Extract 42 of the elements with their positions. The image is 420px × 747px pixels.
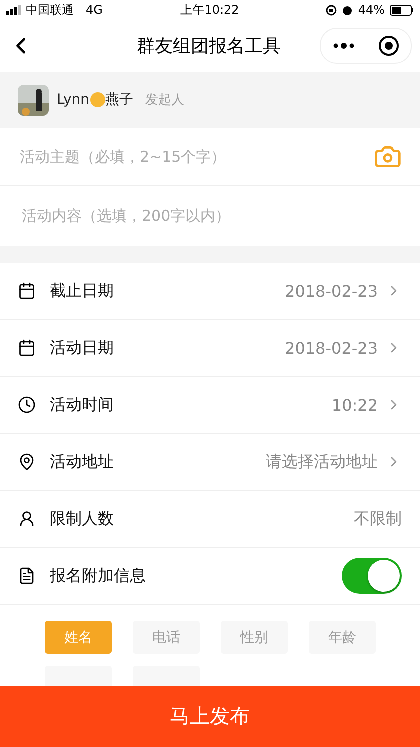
map-pin-icon	[18, 453, 36, 471]
organizer-name: 燕子	[106, 91, 134, 109]
settings-row[interactable]: 活动地址 请选择活动地址	[0, 434, 420, 491]
document-icon	[18, 567, 36, 585]
battery-level: 44%	[358, 3, 385, 17]
row-label: 限制人数	[50, 508, 115, 530]
clock-icon	[18, 396, 36, 414]
carrier-name: 中国联通	[26, 2, 74, 18]
calendar-icon	[18, 339, 36, 357]
battery-icon	[390, 4, 414, 16]
row-value: 2018-02-23	[285, 338, 378, 358]
organizer-name: Lynn	[57, 92, 90, 108]
row-value: 请选择活动地址	[266, 452, 378, 472]
row-value: 不限制	[354, 508, 402, 530]
toggle-switch[interactable]	[342, 558, 402, 594]
organizer-role: 发起人	[146, 92, 185, 109]
topic-field[interactable]: 活动主题（必填，2~15个字）	[18, 146, 374, 166]
user-icon	[18, 510, 36, 528]
settings-row[interactable]: 限制人数 不限制	[0, 491, 420, 548]
content-field[interactable]: 活动内容（选填，200字以内）	[18, 206, 402, 226]
calendar-icon	[18, 282, 36, 300]
close-button[interactable]	[378, 35, 400, 57]
page-title: 群友组团报名工具	[136, 35, 282, 58]
rotation-lock-icon	[326, 4, 338, 16]
signal-icon	[6, 5, 22, 15]
settings-row[interactable]: 活动时间 10:22	[0, 377, 420, 434]
row-label: 活动地址	[50, 452, 115, 472]
network-type: 4G	[86, 3, 103, 17]
clock-time: 上午10:22	[180, 2, 240, 18]
row-label: 活动时间	[50, 394, 115, 416]
settings-row[interactable]: 报名附加信息	[0, 548, 420, 605]
row-label: 活动日期	[50, 338, 115, 358]
row-label: 报名附加信息	[50, 566, 147, 586]
settings-row[interactable]: 截止日期 2018-02-23	[0, 263, 420, 320]
more-button[interactable]	[332, 43, 354, 49]
field-tag[interactable]	[45, 666, 112, 686]
row-label: 截止日期	[50, 280, 115, 302]
settings-row[interactable]: 活动日期 2018-02-23	[0, 320, 420, 377]
row-value: 10:22	[332, 396, 378, 414]
emoji-icon	[90, 92, 106, 108]
row-value: 2018-02-23	[285, 282, 378, 300]
field-tag[interactable]	[133, 666, 200, 686]
